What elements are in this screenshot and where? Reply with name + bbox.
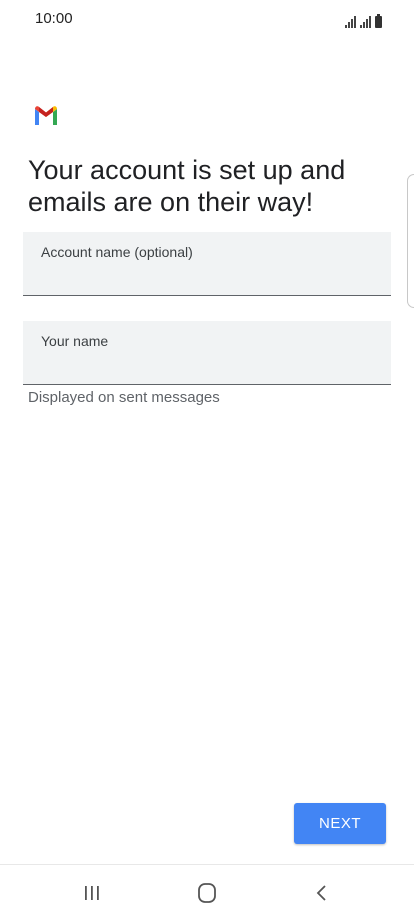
your-name-input[interactable] [41, 354, 379, 376]
home-button[interactable] [187, 879, 227, 907]
next-button[interactable]: NEXT [294, 803, 386, 844]
account-name-field[interactable]: Account name (optional) [23, 232, 391, 296]
screen: 10:00 Your account is set up and emails … [0, 0, 414, 920]
your-name-field[interactable]: Your name [23, 321, 391, 385]
page-title: Your account is set up and emails are on… [28, 155, 346, 217]
status-bar: 10:00 [0, 0, 414, 40]
battery-icon [375, 14, 382, 28]
status-time: 10:00 [35, 10, 73, 27]
status-icons [345, 10, 382, 28]
edge-panel-handle[interactable] [407, 174, 414, 308]
back-button[interactable] [302, 879, 342, 907]
your-name-label: Your name [41, 333, 109, 349]
account-name-label: Account name (optional) [41, 244, 193, 260]
recent-apps-button[interactable] [72, 879, 112, 907]
your-name-helper-text: Displayed on sent messages [28, 389, 220, 406]
signal-icon-2 [360, 16, 371, 28]
account-name-input[interactable] [41, 265, 379, 287]
home-icon [198, 883, 216, 903]
gmail-logo-icon [35, 106, 57, 125]
recent-apps-icon [85, 886, 99, 900]
signal-icon [345, 16, 356, 28]
navigation-bar [0, 865, 414, 920]
back-icon [316, 885, 326, 901]
